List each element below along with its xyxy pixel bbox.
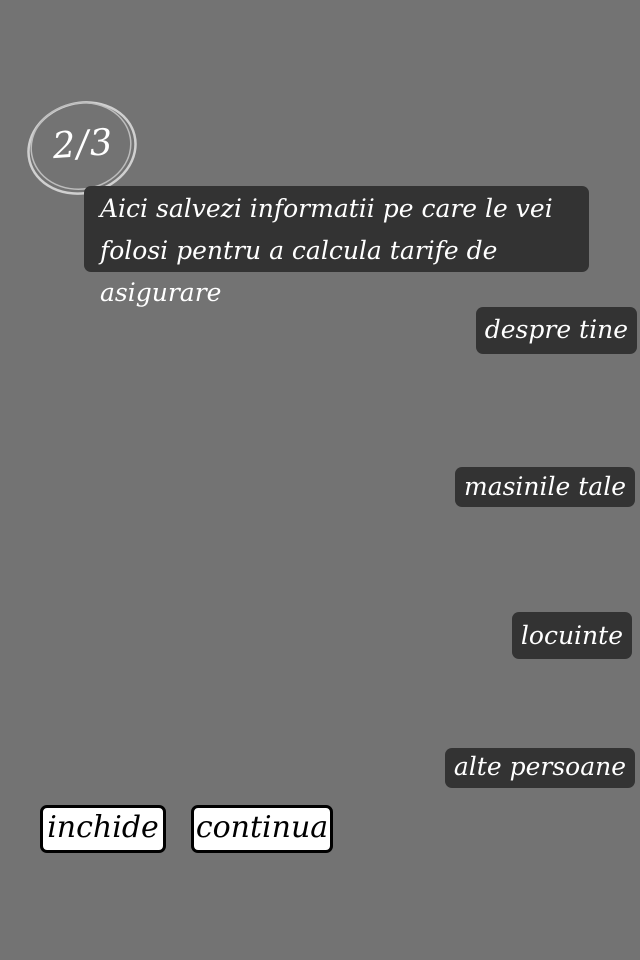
tag-other-people: alte persoane [444,748,635,788]
continue-button[interactable]: continua [191,805,333,853]
tag-your-cars: masinile tale [454,467,635,507]
onboarding-tooltip: Aici salvezi informatii pe care le vei f… [84,186,589,307]
tag-homes: locuinte [511,612,632,659]
step-counter: 2/3 [51,121,115,168]
close-button[interactable]: inchide [40,805,166,853]
tag-about-you: despre tine [475,307,637,354]
tooltip-line-1: Aici salvezi informatii pe care le vei [100,194,553,223]
tooltip-line-2: folosi pentru a calcula tarife de asigur… [100,236,498,307]
